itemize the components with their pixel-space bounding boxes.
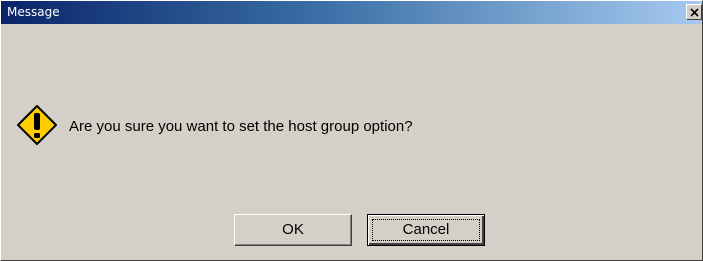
message-dialog: Message Are you sure you want to set the…: [0, 0, 703, 261]
title-bar[interactable]: Message: [1, 1, 702, 24]
cancel-button-label: Cancel: [372, 219, 480, 241]
message-text: Are you sure you want to set the host gr…: [69, 118, 413, 135]
cancel-button[interactable]: Cancel: [367, 214, 485, 246]
window-title: Message: [7, 5, 60, 19]
close-button[interactable]: [686, 4, 702, 20]
close-icon: [690, 8, 699, 17]
warning-icon: [17, 105, 57, 145]
ok-button[interactable]: OK: [234, 214, 352, 246]
